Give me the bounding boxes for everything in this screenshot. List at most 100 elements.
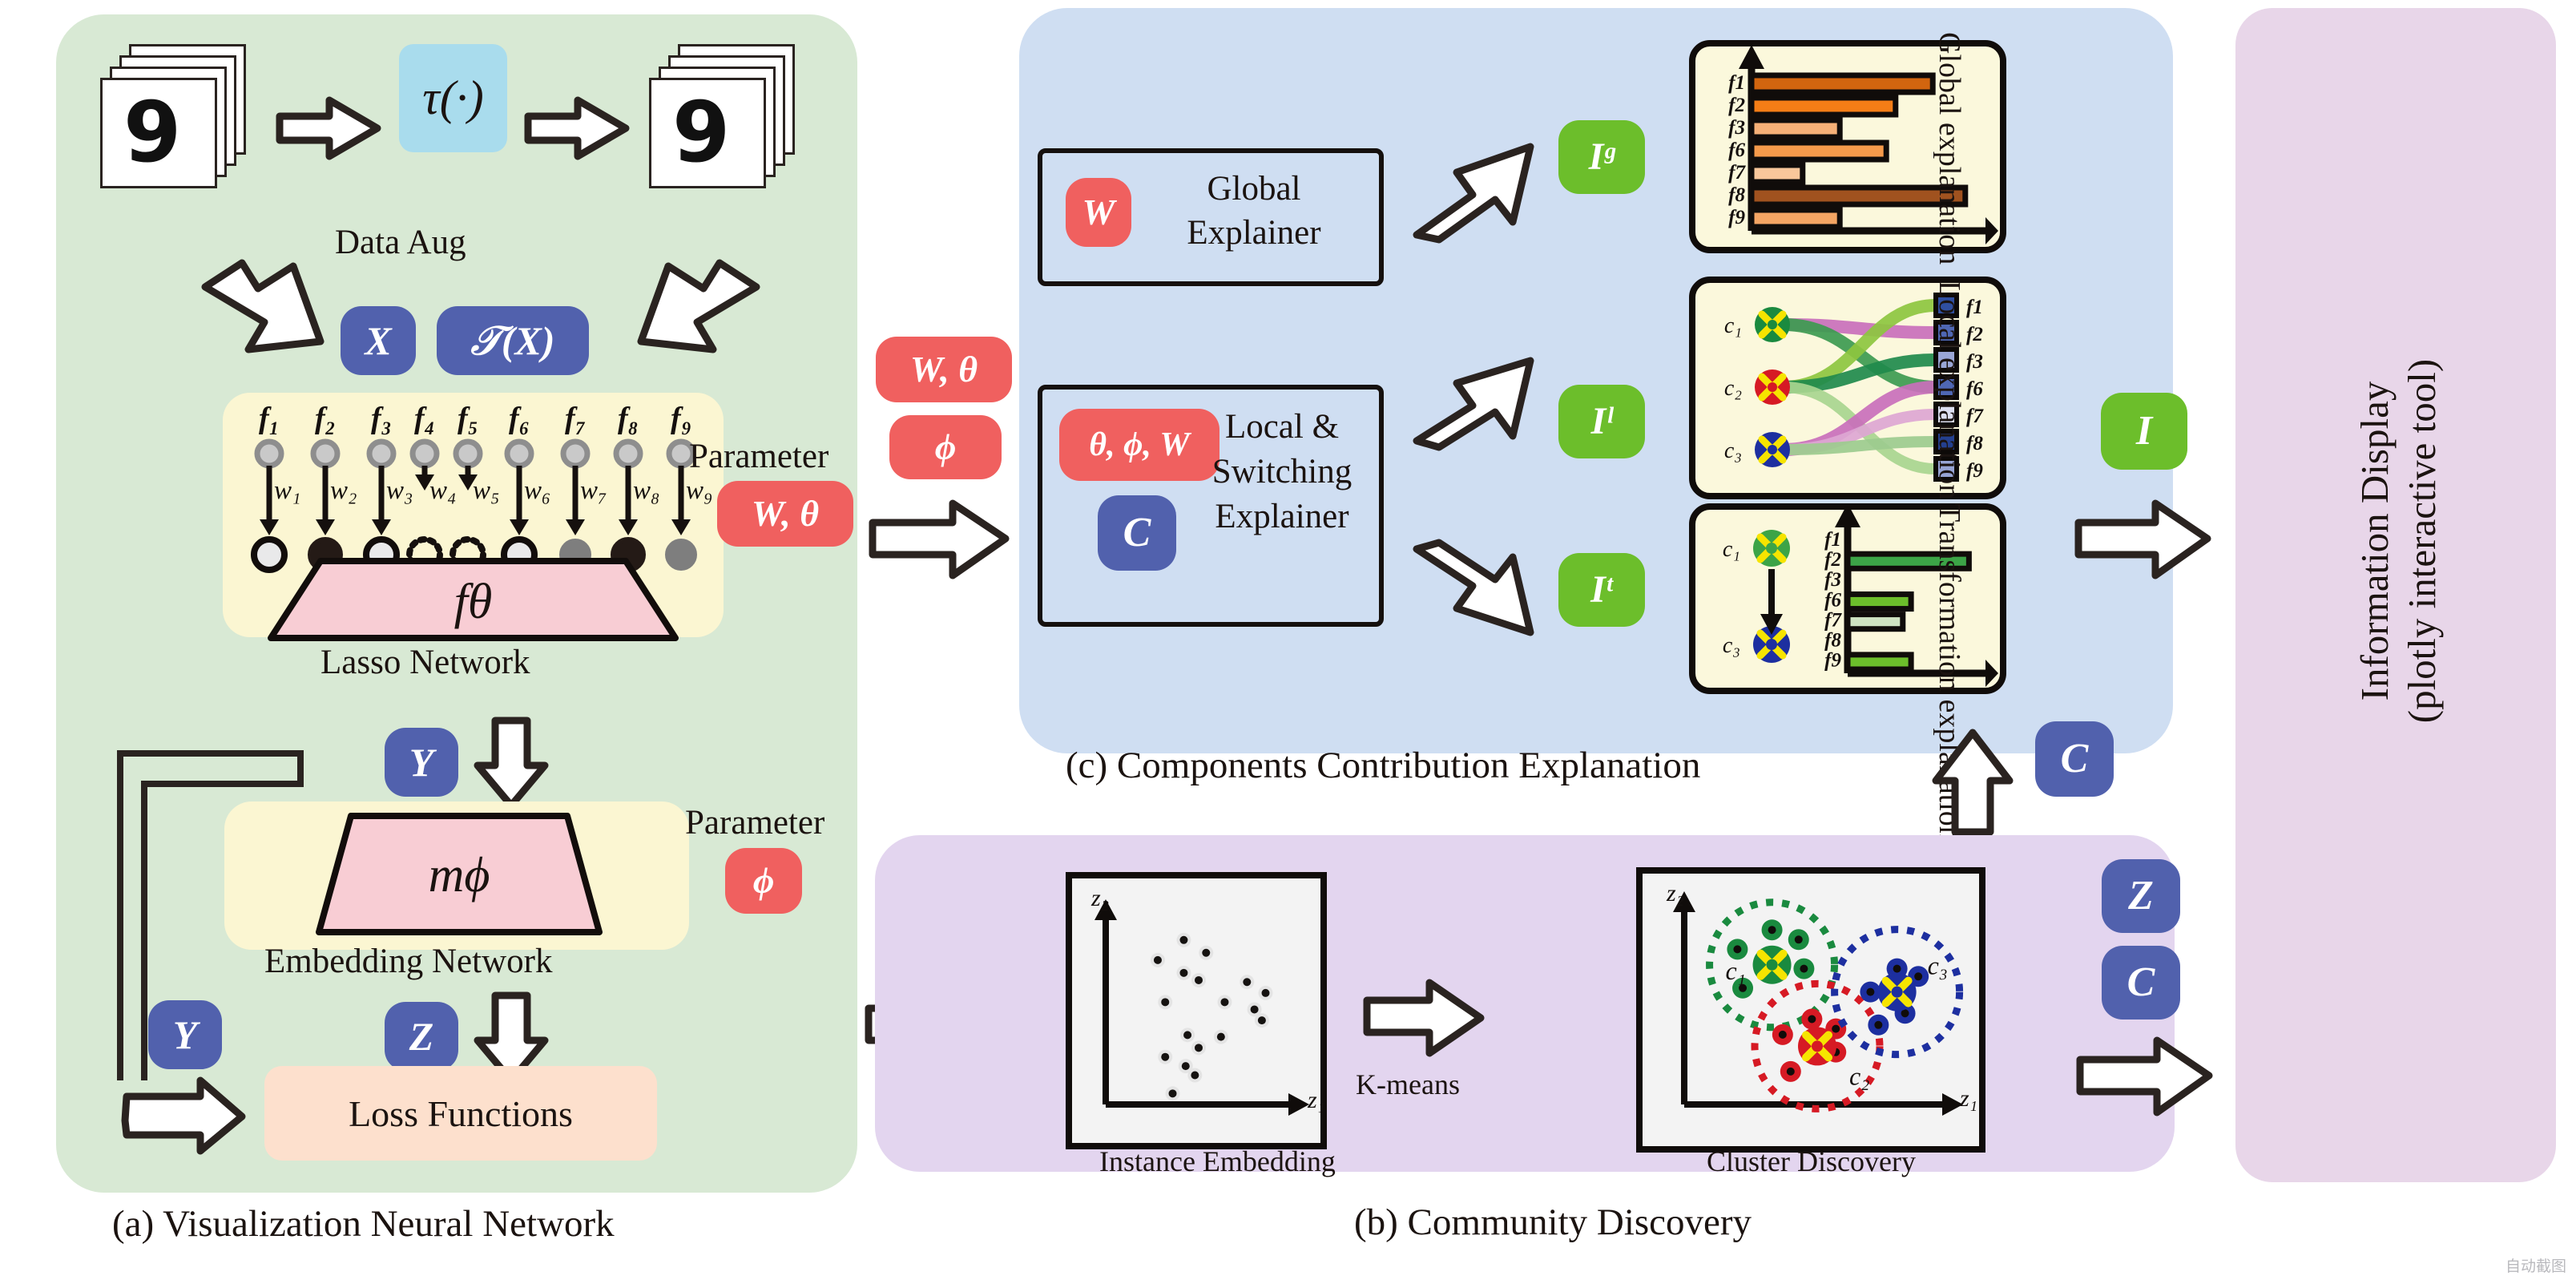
svg-text:w₄: w₄ [429,476,456,505]
data-augmentation-function: τ(·) [399,44,507,152]
svg-text:c₃: c₃ [1724,438,1742,463]
information-display-title: Information Display (plotly interactive … [2352,100,2448,982]
svg-text:f2: f2 [1728,95,1745,116]
svg-text:f1: f1 [1728,72,1745,94]
arrow-to-x-badge [201,259,325,353]
local-explainer-line2: Switching [1211,452,1353,491]
svg-text:z₂: z₂ [1666,880,1684,906]
badge-phi-transfer: ϕ [889,415,1002,479]
badge-x: X [341,306,416,375]
panel-b-caption: (b) Community Discovery [1354,1201,1752,1243]
transformation-explanation-side-label: Transformation explanation [1933,503,1966,842]
arrow-local-to-output [1413,357,1534,451]
svg-text:f₅: f₅ [458,402,478,435]
arrow-y-to-embedding [474,717,549,810]
local-explainer-line3: Explainer [1215,497,1349,535]
instance-embedding-svg: z₂ z₁ [1090,885,1325,1116]
lasso-network-caption: Lasso Network [320,644,530,681]
badge-z-out: Z [2102,859,2180,933]
svg-text:f8: f8 [1966,433,1983,454]
local-explainer-label: Local & Switching Explainer [1194,405,1370,539]
badge-c-out: C [2102,946,2180,1020]
svg-text:w₂: w₂ [330,476,357,505]
embedding-function-label: mϕ [428,847,490,902]
parameter-label-2: Parameter [685,804,825,842]
svg-text:z₁: z₁ [1959,1085,1977,1112]
svg-text:w₅: w₅ [473,476,499,505]
svg-text:z₁: z₁ [1307,1087,1325,1113]
panel-c-caption: (c) Components Contribution Explanation [1066,745,1701,786]
svg-text:w₇: w₇ [580,476,607,505]
svg-text:f9: f9 [1966,460,1983,482]
information-display-line2: (plotly interactive tool) [2399,358,2444,724]
data-aug-caption: Data Aug [335,224,466,261]
local-explainer-line1: Local & [1224,408,1340,446]
svg-text:c₃: c₃ [1723,633,1740,658]
svg-text:w₆: w₆ [524,476,550,505]
local-explanation-side-label: Local explanation [1933,281,1966,500]
svg-text:c₁: c₁ [1724,313,1742,338]
svg-text:c₁: c₁ [1723,537,1740,562]
cluster-discovery-plot: z₂ z₁ c₁ c₂ c₃ [1636,867,1985,1153]
svg-text:f8: f8 [1824,630,1841,652]
badge-z-lower: Z [385,1002,458,1071]
information-display-line1: Information Display [2352,381,2397,701]
svg-text:w₉: w₉ [686,476,712,505]
tau-label: τ(·) [422,71,484,124]
svg-text:z₂: z₂ [1090,885,1109,911]
badge-transform-output: Iᵗ [1558,553,1645,627]
global-explainer-label: Global Explainer [1154,167,1354,255]
arrow-to-tx-badge [637,259,760,353]
svg-text:f₂: f₂ [315,402,336,435]
svg-text:f₉: f₉ [671,402,691,435]
svg-text:f9: f9 [1728,207,1745,228]
arrow-tau-to-output [524,96,630,160]
svg-text:c₁: c₁ [1726,956,1746,985]
badge-c-into-panel-c: C [2035,721,2114,797]
arrow-kmeans [1363,979,1485,1057]
arrow-transform-to-output [1413,539,1534,636]
arrow-input-to-tau [276,96,381,160]
svg-text:f₁: f₁ [259,402,280,435]
svg-text:f8: f8 [1728,184,1745,206]
svg-text:f9: f9 [1824,650,1841,672]
badge-c-local: C [1098,495,1176,571]
digit-glyph: 9 [123,83,182,181]
svg-text:f₇: f₇ [565,402,586,435]
badge-local-output: Iˡ [1558,385,1645,458]
arrow-zc-to-display [2076,1036,2213,1116]
svg-text:f3: f3 [1966,351,1983,373]
augmented-image-stack: 9 [649,44,801,192]
badge-y-top: Y [385,728,458,797]
parameter-label-1: Parameter [689,438,829,475]
global-explanation-side-label: Global explanation [1933,32,1966,265]
kmeans-label: K-means [1356,1068,1460,1100]
svg-text:f₃: f₃ [371,402,392,435]
loss-functions-box: Loss Functions [264,1066,657,1161]
digit-glyph-augmented: 9 [672,83,731,181]
svg-text:f1: f1 [1824,529,1841,551]
svg-text:f₆: f₆ [509,402,530,435]
svg-text:f2: f2 [1966,324,1983,345]
cluster-discovery-svg: z₂ z₁ c₁ c₂ c₃ [1666,880,1977,1116]
panel-a-caption: (a) Visualization Neural Network [112,1203,615,1245]
badge-w-theta-transfer: W, θ [876,337,1012,402]
badge-global-output: Iᵍ [1558,120,1645,194]
badge-tx: 𝒯(X) [437,306,589,375]
instance-embedding-plot: z₂ z₁ [1066,872,1327,1149]
svg-text:f₄: f₄ [414,402,435,435]
svg-text:c₃: c₃ [1928,951,1948,980]
svg-text:f6: f6 [1824,589,1841,611]
svg-text:f7: f7 [1966,406,1984,427]
watermark: 自动截图 [2505,1258,2566,1275]
svg-text:f7: f7 [1728,162,1746,184]
svg-text:f1: f1 [1966,297,1983,318]
cluster-discovery-title: Cluster Discovery [1707,1145,1916,1177]
svg-text:c₂: c₂ [1849,1061,1869,1090]
arrow-c-into-panel-c [1932,729,2014,836]
badge-w-theta-param: W, θ [717,481,853,547]
svg-text:f2: f2 [1824,549,1841,571]
global-explainer-line1: Global [1207,170,1301,208]
arrow-y-into-loss [121,1076,246,1155]
arrow-i-to-display [2074,499,2211,579]
